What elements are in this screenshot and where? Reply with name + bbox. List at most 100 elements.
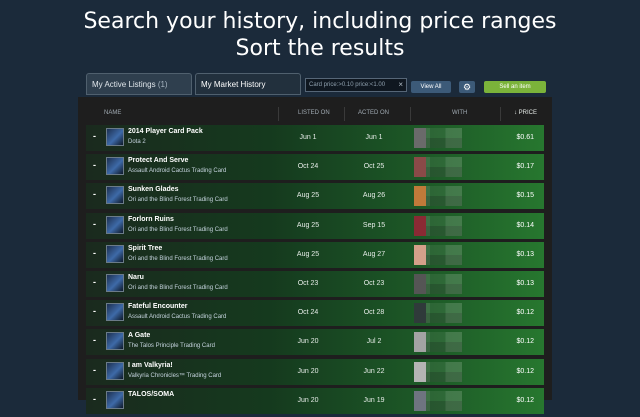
item-game: Ori and the Blind Forest Trading Card [128,197,228,204]
listed-on: Jun 1 [299,134,317,141]
avatar [414,390,426,411]
table-row[interactable]: - Spirit Tree Ori and the Blind Forest Tra… [86,241,544,268]
col-name[interactable]: NAME [104,110,121,116]
with-user[interactable] [414,157,462,178]
table-row[interactable]: - Sunken Glades Ori and the Blind Forest T… [86,183,544,210]
avatar [414,215,426,236]
acted-on: Sep 15 [362,221,386,229]
history-rows: - 2014 Player Card Pack Dota 2 Jun 1 Jun 1 $0… [86,125,544,417]
item-name[interactable]: Fateful Encounter [128,303,188,310]
item-game: Assault Android Cactus Trading Card [128,314,227,321]
item-thumbnail [106,186,124,205]
item-price: $0.17 [516,163,534,171]
with-user[interactable] [414,390,462,411]
headline: Search your history, including price ran… [0,8,640,62]
with-user[interactable] [414,215,462,236]
row-remove-button[interactable]: - [93,248,96,258]
avatar [414,332,426,353]
table-row[interactable]: - Fateful Encounter Assault Android Cactus… [86,300,544,327]
item-price: $0.12 [516,396,534,404]
with-user[interactable] [414,128,462,148]
item-game: Valkyria Chronicles™ Trading Card [128,372,222,379]
item-name[interactable]: TALOS/SOMA [128,391,174,398]
listed-on: Aug 25 [296,221,320,229]
table-row[interactable]: - 2014 Player Card Pack Dota 2 Jun 1 Jun 1 $0… [86,125,544,151]
item-price: $0.12 [516,338,534,346]
item-price: $0.61 [516,134,534,141]
listed-on: Jun 20 [297,396,319,404]
table-row[interactable]: - Naru Ori and the Blind Forest Trading Ca… [86,270,544,297]
row-remove-button[interactable]: - [93,335,96,345]
tab-active-listings-count: (1) [157,80,168,89]
table-row[interactable]: - Forlorn Ruins Ori and the Blind Forest T… [86,212,544,239]
item-name[interactable]: Forlorn Ruins [128,216,174,223]
listed-on: Jun 20 [297,338,319,346]
with-user[interactable] [414,332,462,353]
sell-item-button[interactable]: Sell an item [484,81,546,93]
tab-market-history[interactable]: My Market History [195,73,301,95]
col-listed[interactable]: LISTED ON [298,110,330,116]
listed-on: Aug 25 [296,192,320,200]
row-remove-button[interactable]: - [93,306,96,316]
item-name[interactable]: 2014 Player Card Pack [128,128,203,135]
avatar [414,157,426,178]
table-row[interactable]: - Protect And Serve Assault Android Cactus… [86,154,544,181]
tab-active-listings-label: My Active Listings [92,80,156,89]
col-price[interactable]: ↓ PRICE [514,110,537,116]
with-user[interactable] [414,244,462,265]
item-thumbnail [106,332,124,351]
table-row[interactable]: - I am Valkyria! Valkyria Chronicles™ Trad… [86,358,544,385]
item-price: $0.13 [516,279,534,287]
acted-on: Jun 22 [363,367,385,375]
history-search-input[interactable]: Card price:>0.10 price:<1.00 × [305,78,407,92]
row-remove-button[interactable]: - [93,277,96,287]
acted-on: Jun 19 [363,396,385,404]
headline-line2: Sort the results [235,36,405,61]
market-history-panel: NAME LISTED ON ACTED ON WITH ↓ PRICE - 20… [78,97,552,414]
item-thumbnail [106,273,124,292]
item-price: $0.12 [516,309,534,317]
col-with[interactable]: WITH [452,110,467,116]
row-remove-button[interactable]: - [93,131,96,141]
item-game: Assault Android Cactus Trading Card [128,168,227,175]
column-header: NAME LISTED ON ACTED ON WITH ↓ PRICE [86,107,544,121]
avatar [414,128,426,148]
listed-on: Oct 24 [297,163,319,171]
with-user[interactable] [414,186,462,207]
table-row[interactable]: - A Gate The Talos Principle Trading Card J… [86,329,544,356]
with-user[interactable] [414,303,462,324]
item-thumbnail [106,215,124,234]
item-name[interactable]: Spirit Tree [128,245,162,252]
item-game: Ori and the Blind Forest Trading Card [128,255,228,262]
avatar [414,303,426,324]
with-user[interactable] [414,361,462,382]
item-game: The Talos Principle Trading Card [128,343,215,350]
row-remove-button[interactable]: - [93,160,96,170]
item-price: $0.14 [516,221,534,229]
item-price: $0.15 [516,192,534,200]
item-game: Dota 2 [128,139,146,145]
item-name[interactable]: Protect And Serve [128,157,188,164]
row-remove-button[interactable]: - [93,394,96,404]
item-name[interactable]: Sunken Glades [128,186,179,193]
col-acted[interactable]: ACTED ON [358,110,389,116]
view-all-button[interactable]: View All [411,81,451,93]
item-thumbnail [106,361,124,380]
with-user[interactable] [414,273,462,294]
gear-icon[interactable]: ⚙ [459,81,475,93]
table-row[interactable]: - TALOS/SOMA Jun 20 Jun 19 $0.12 [86,387,544,414]
row-remove-button[interactable]: - [93,365,96,375]
tab-active-listings[interactable]: My Active Listings (1) [86,73,192,95]
listed-on: Oct 23 [297,279,319,287]
listed-on: Oct 24 [297,309,319,317]
item-name[interactable]: A Gate [128,332,150,339]
acted-on: Oct 23 [363,279,385,287]
row-remove-button[interactable]: - [93,189,96,199]
item-name[interactable]: I am Valkyria! [128,362,173,369]
close-icon[interactable]: × [398,79,403,91]
avatar [414,361,426,382]
item-price: $0.12 [516,367,534,375]
item-name[interactable]: Naru [128,274,144,281]
item-game: Ori and the Blind Forest Trading Card [128,284,228,291]
row-remove-button[interactable]: - [93,219,96,229]
